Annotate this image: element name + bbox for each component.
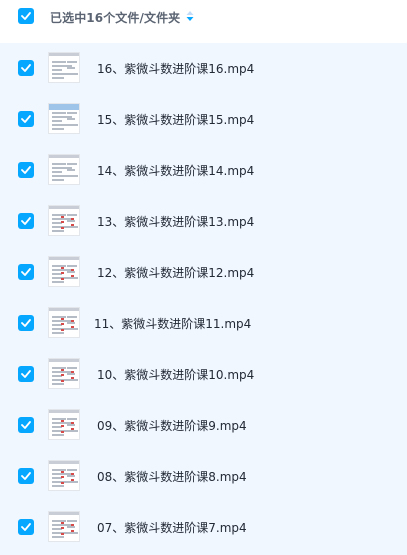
video-thumbnail-icon[interactable]: [48, 256, 80, 287]
checkmark-icon: [21, 370, 31, 378]
file-row[interactable]: 08、紫微斗数进阶课8.mp4: [0, 451, 407, 502]
file-checkbox[interactable]: [18, 111, 34, 127]
selection-header: 已选中16个文件/文件夹: [0, 0, 407, 34]
file-name[interactable]: 07、紫微斗数进阶课7.mp4: [97, 519, 247, 536]
file-row[interactable]: 13、紫微斗数进阶课13.mp4: [0, 196, 407, 247]
file-checkbox[interactable]: [18, 366, 34, 382]
video-thumbnail-icon[interactable]: [48, 511, 80, 542]
checkmark-icon: [21, 166, 31, 174]
file-name[interactable]: 15、紫微斗数进阶课15.mp4: [97, 111, 254, 128]
checkmark-icon: [21, 115, 31, 123]
video-thumbnail-icon[interactable]: [48, 307, 80, 338]
file-row[interactable]: 10、紫微斗数进阶课10.mp4: [0, 349, 407, 400]
video-thumbnail-icon[interactable]: [48, 52, 80, 83]
checkmark-icon: [21, 319, 31, 327]
file-name[interactable]: 10、紫微斗数进阶课10.mp4: [97, 366, 254, 383]
file-checkbox[interactable]: [18, 264, 34, 280]
file-row[interactable]: 15、紫微斗数进阶课15.mp4: [0, 94, 407, 145]
video-thumbnail-icon[interactable]: [48, 103, 80, 134]
file-checkbox[interactable]: [18, 519, 34, 535]
file-name[interactable]: 09、紫微斗数进阶课9.mp4: [97, 417, 247, 434]
select-all-checkbox[interactable]: [18, 8, 34, 24]
checkmark-icon: [21, 421, 31, 429]
video-thumbnail-icon[interactable]: [48, 409, 80, 440]
file-row[interactable]: 12、紫微斗数进阶课12.mp4: [0, 247, 407, 298]
file-checkbox[interactable]: [18, 162, 34, 178]
checkmark-icon: [21, 217, 31, 225]
checkmark-icon: [21, 64, 31, 72]
file-row[interactable]: 09、紫微斗数进阶课9.mp4: [0, 400, 407, 451]
file-name[interactable]: 13、紫微斗数进阶课13.mp4: [97, 213, 254, 230]
file-name[interactable]: 08、紫微斗数进阶课8.mp4: [97, 468, 247, 485]
file-name[interactable]: 12、紫微斗数进阶课12.mp4: [97, 264, 254, 281]
video-thumbnail-icon[interactable]: [48, 154, 80, 185]
checkmark-icon: [21, 523, 31, 531]
file-row[interactable]: 14、紫微斗数进阶课14.mp4: [0, 145, 407, 196]
file-row[interactable]: 11、紫微斗数进阶课11.mp4: [0, 298, 407, 349]
video-thumbnail-icon[interactable]: [48, 460, 80, 491]
checkmark-icon: [21, 12, 31, 20]
file-row[interactable]: 07、紫微斗数进阶课7.mp4: [0, 502, 407, 553]
checkmark-icon: [21, 472, 31, 480]
file-checkbox[interactable]: [18, 468, 34, 484]
file-name[interactable]: 11、紫微斗数进阶课11.mp4: [94, 315, 251, 332]
file-row[interactable]: 16、紫微斗数进阶课16.mp4: [0, 43, 407, 94]
file-checkbox[interactable]: [18, 60, 34, 76]
sort-arrows-icon[interactable]: [186, 11, 194, 21]
file-name[interactable]: 14、紫微斗数进阶课14.mp4: [97, 162, 254, 179]
checkmark-icon: [21, 268, 31, 276]
file-checkbox[interactable]: [18, 213, 34, 229]
file-name[interactable]: 16、紫微斗数进阶课16.mp4: [97, 60, 254, 77]
file-checkbox[interactable]: [18, 417, 34, 433]
file-checkbox[interactable]: [18, 315, 34, 331]
video-thumbnail-icon[interactable]: [48, 358, 80, 389]
video-thumbnail-icon[interactable]: [48, 205, 80, 236]
selected-count-label: 已选中16个文件/文件夹: [50, 11, 181, 25]
